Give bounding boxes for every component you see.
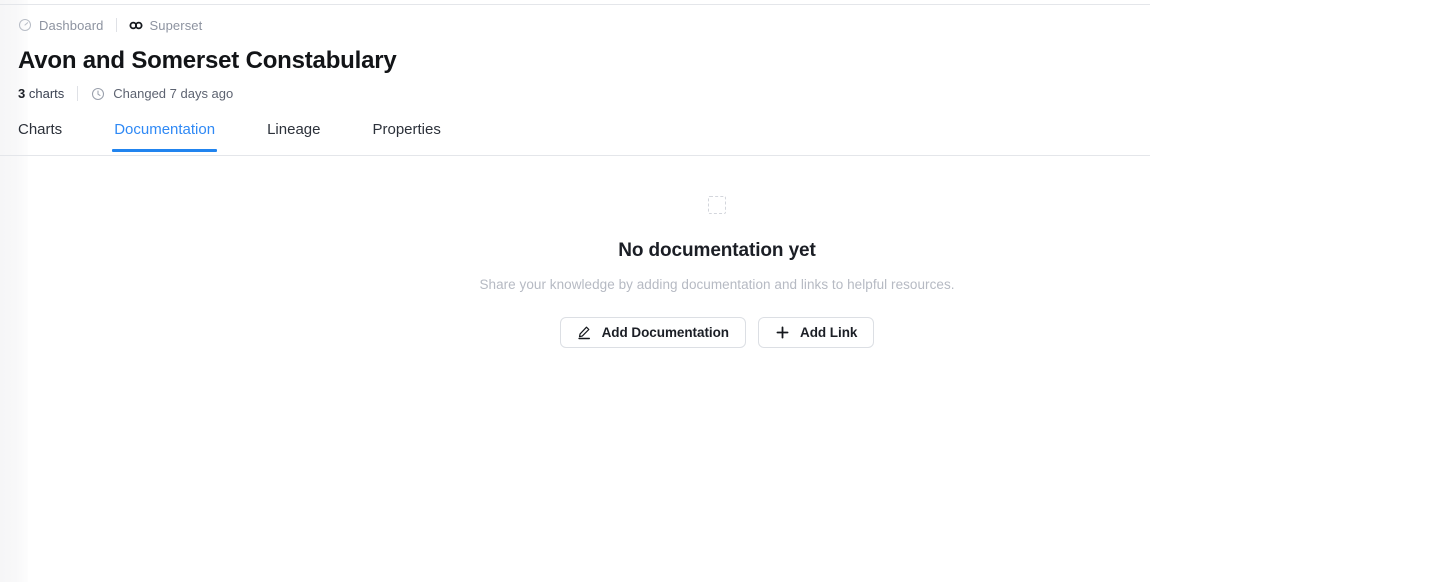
button-label: Add Link: [800, 324, 858, 340]
dashboard-gauge-icon: [18, 18, 32, 32]
tab-label: Lineage: [267, 121, 321, 138]
chart-count-label: charts: [28, 86, 65, 102]
dashed-square-icon: [708, 196, 726, 214]
tab-bar: Charts Documentation Lineage Properties: [18, 118, 1150, 156]
button-label: Add Documentation: [601, 324, 730, 340]
empty-state-title: No documentation yet: [618, 240, 816, 261]
breadcrumb: Dashboard Superset: [18, 16, 1138, 34]
clock-icon: [91, 87, 105, 101]
pencil-edit-icon: [577, 325, 592, 340]
last-changed: Changed 7 days ago: [91, 86, 233, 101]
empty-state-actions: Add Documentation Add Link: [559, 316, 875, 348]
tab-label: Properties: [372, 121, 441, 138]
empty-state-subtitle: Share your knowledge by adding documenta…: [479, 276, 955, 292]
tab-properties[interactable]: Properties: [372, 118, 440, 152]
breadcrumb-item-dashboard[interactable]: Dashboard: [18, 18, 104, 32]
tab-label: Documentation: [114, 121, 216, 138]
page-meta: 3 charts Changed 7 days ago: [18, 85, 1138, 103]
tab-documentation[interactable]: Documentation: [112, 118, 217, 152]
add-link-button[interactable]: Add Link: [758, 316, 875, 348]
tab-lineage[interactable]: Lineage: [267, 118, 320, 152]
dataset-detail-page: Dashboard Superset Avon and Somerset Con…: [0, 0, 1438, 582]
add-documentation-button[interactable]: Add Documentation: [559, 316, 747, 348]
meta-separator: [77, 86, 79, 102]
page-title: Avon and Somerset Constabulary: [18, 47, 397, 74]
breadcrumb-label: Dashboard: [39, 17, 104, 33]
superset-logo-icon: [128, 18, 143, 32]
page-header: Dashboard Superset Avon and Somerset Con…: [18, 16, 1138, 103]
tab-charts[interactable]: Charts: [18, 118, 62, 152]
tab-bar-divider: [0, 155, 1150, 156]
breadcrumb-separator: [115, 18, 117, 32]
plus-icon: [775, 325, 790, 340]
breadcrumb-label: Superset: [149, 17, 203, 33]
last-changed-text: Changed 7 days ago: [113, 86, 234, 102]
documentation-empty-state: No documentation yet Share your knowledg…: [0, 196, 1434, 348]
tab-label: Charts: [18, 121, 63, 138]
chart-count: 3 charts: [18, 86, 64, 101]
top-divider: [0, 4, 1150, 5]
breadcrumb-item-superset[interactable]: Superset: [128, 17, 203, 33]
